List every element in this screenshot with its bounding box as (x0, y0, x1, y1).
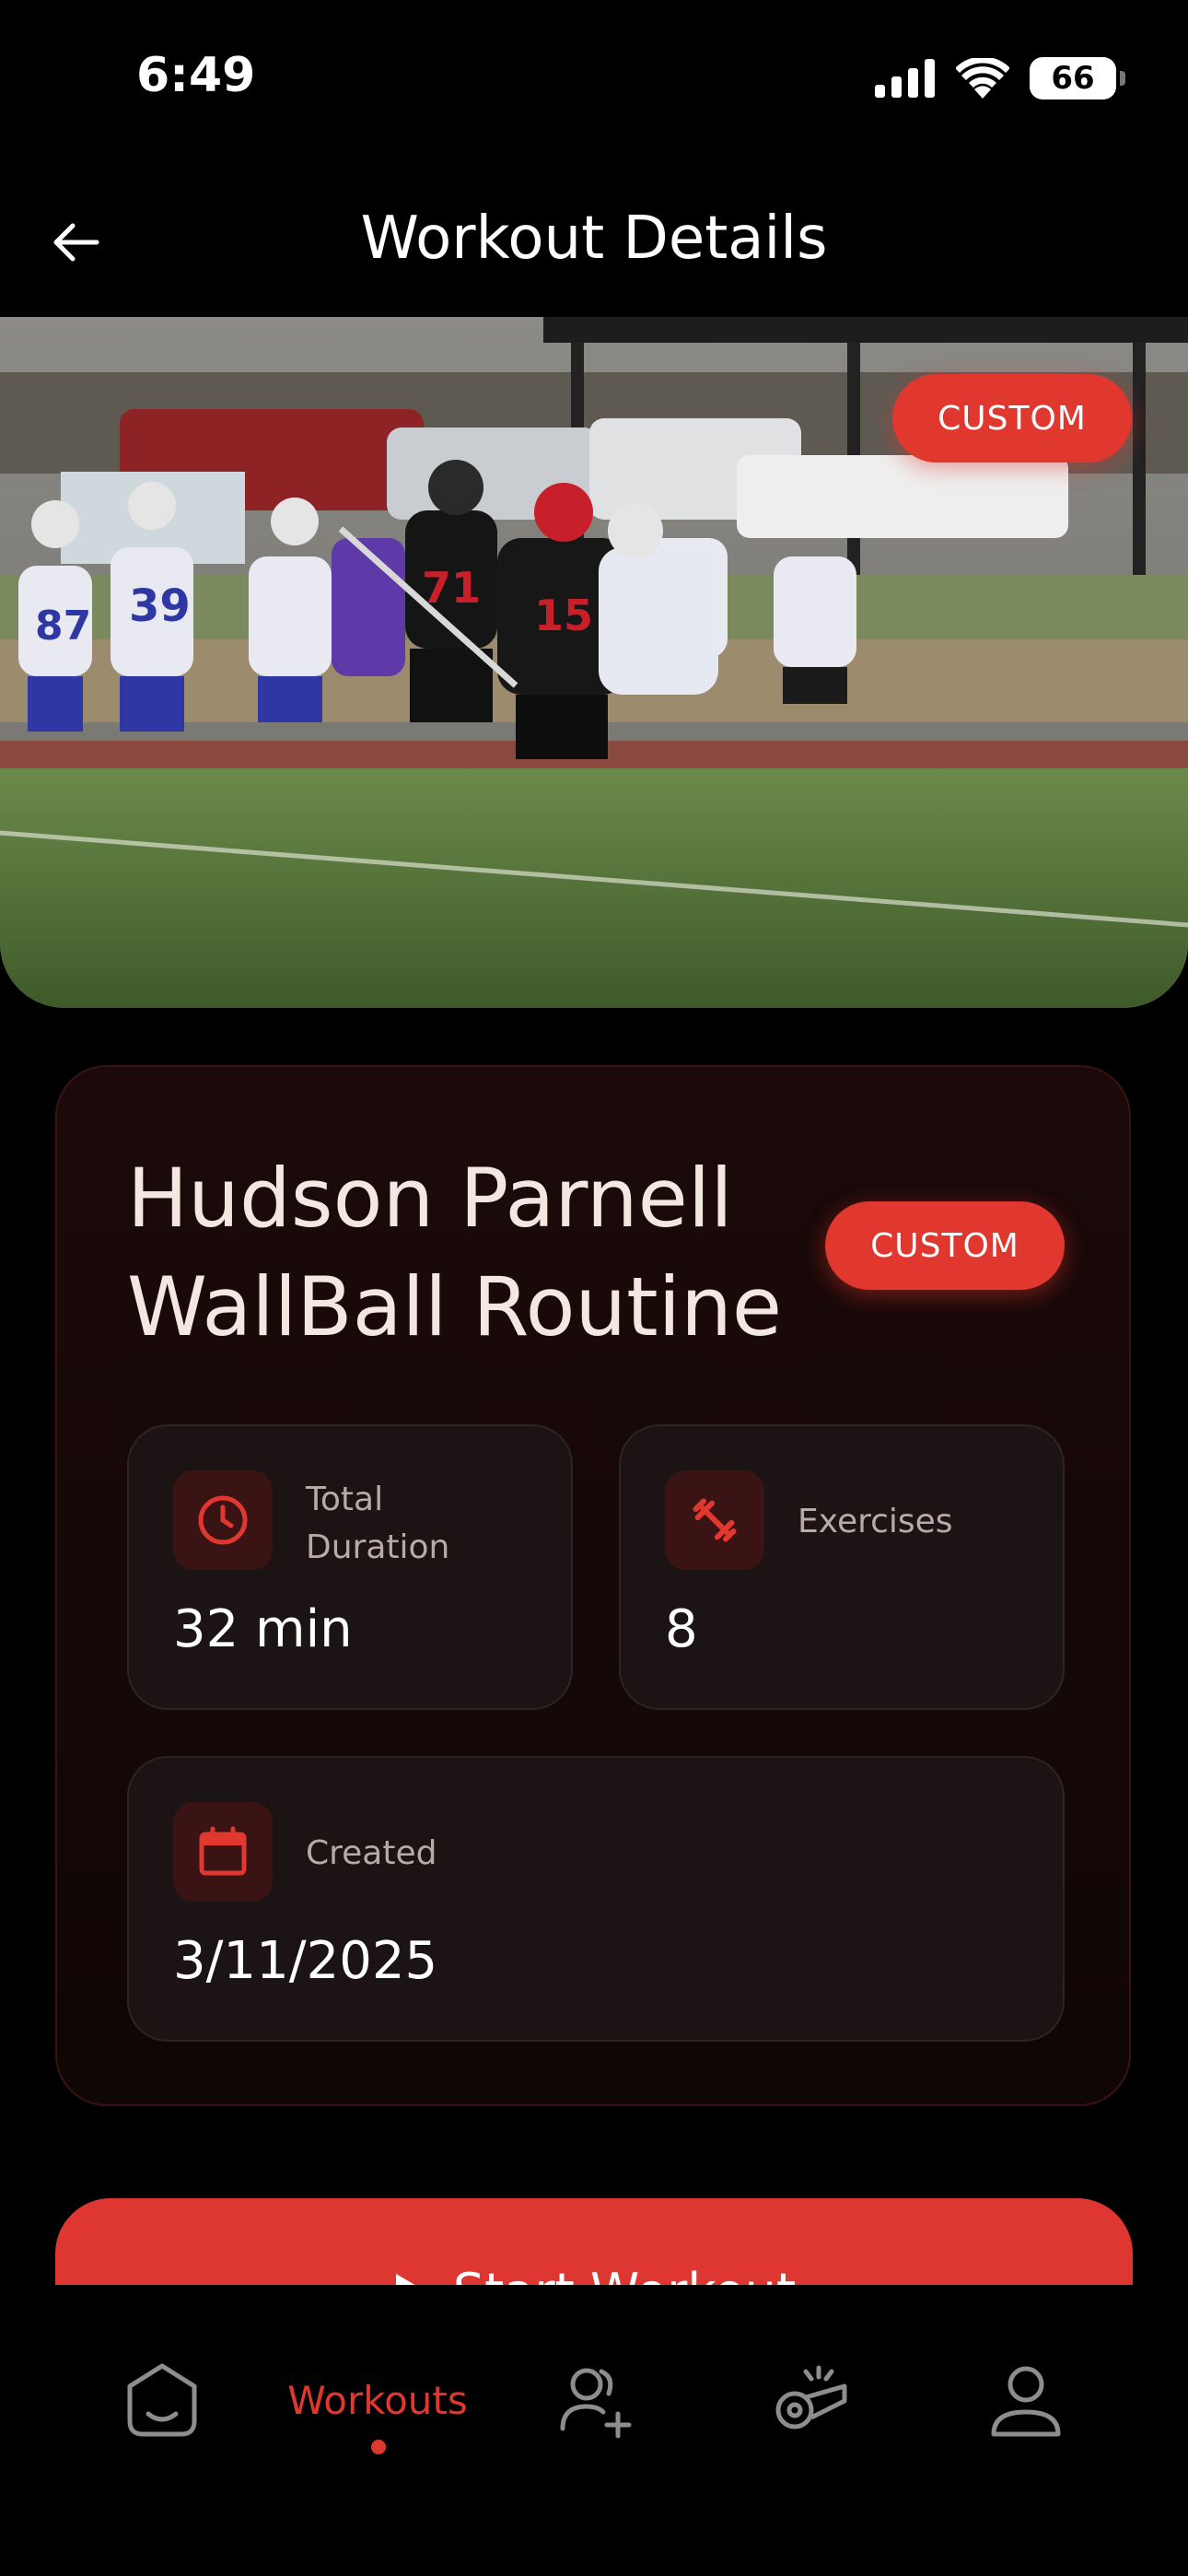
calendar-icon (199, 1826, 247, 1876)
active-tab-indicator (371, 2440, 386, 2454)
dumbbell-icon-box (665, 1470, 764, 1570)
jersey-number-87: 87 (35, 603, 91, 650)
workout-info-card: Hudson Parnell WallBall Routine CUSTOM T… (55, 1065, 1131, 2106)
tab-home[interactable] (116, 2340, 208, 2460)
jersey-number-71: 71 (422, 563, 481, 613)
created-value: 3/11/2025 (173, 1931, 438, 1991)
duration-value: 32 min (173, 1599, 353, 1659)
status-time: 6:49 (136, 48, 256, 103)
workout-name: Hudson Parnell WallBall Routine (127, 1151, 783, 1354)
battery-indicator: 66 (1030, 57, 1125, 100)
page-title: Workout Details (360, 205, 828, 273)
exercises-label: Exercises (798, 1503, 953, 1540)
dumbbell-icon (693, 1498, 737, 1542)
profile-icon (991, 2366, 1061, 2437)
tab-coach[interactable] (764, 2340, 856, 2460)
status-bar: 6:49 66 (0, 0, 1188, 157)
tab-profile[interactable] (980, 2340, 1072, 2460)
workout-hero-image: 87 39 71 15 CUSTOM (0, 317, 1188, 1008)
add-user-icon (560, 2368, 632, 2439)
whistle-icon (775, 2365, 847, 2430)
jersey-number-39: 39 (129, 580, 191, 632)
calendar-icon-box (173, 1802, 273, 1902)
nav-header: Workout Details (0, 184, 1188, 295)
jersey-number-15: 15 (534, 591, 593, 640)
created-stat: Created 3/11/2025 (127, 1756, 1065, 2042)
status-icons: 66 (875, 57, 1125, 100)
duration-label: Total Duration (306, 1481, 450, 1566)
clock-icon (198, 1495, 248, 1545)
tab-add-user[interactable] (549, 2340, 641, 2460)
clock-icon-box (173, 1470, 273, 1570)
bottom-tab-bar: Workouts (0, 2285, 1188, 2576)
duration-stat: Total Duration 32 min (127, 1424, 573, 1710)
exercises-value: 8 (665, 1599, 698, 1659)
hero-custom-badge: CUSTOM (892, 374, 1132, 463)
home-icon (127, 2363, 197, 2437)
wifi-icon (956, 58, 1009, 99)
created-label: Created (306, 1834, 437, 1872)
tab-workouts-label: Workouts (287, 2377, 468, 2423)
workout-custom-badge: CUSTOM (825, 1201, 1065, 1290)
signal-icon (875, 59, 935, 98)
exercises-stat: Exercises 8 (619, 1424, 1065, 1710)
